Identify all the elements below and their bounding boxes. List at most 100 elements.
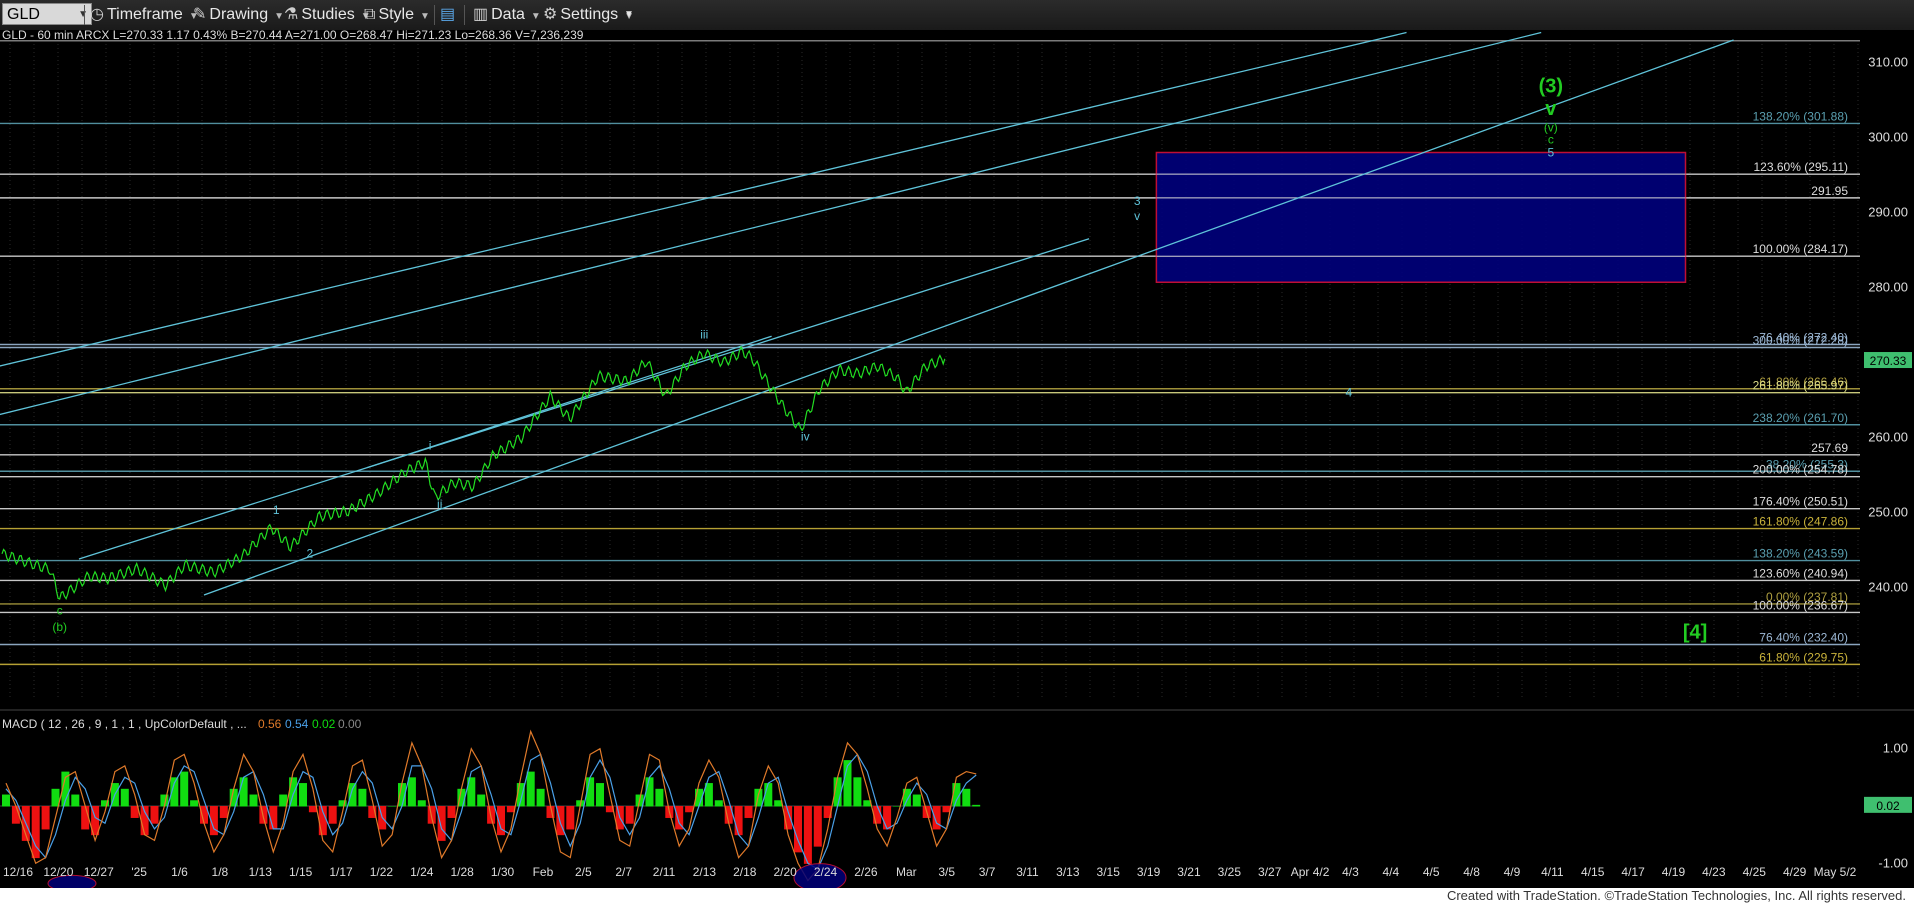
time-tick: 4/15 <box>1581 865 1605 879</box>
wave-label: 5 <box>1547 145 1554 159</box>
wave-label: iii <box>700 328 708 342</box>
time-tick: 3/5 <box>938 865 955 879</box>
time-tick: 3/21 <box>1177 865 1201 879</box>
macd-last-value: 0.02 <box>1876 799 1900 813</box>
wave-label: i <box>429 439 432 453</box>
time-tick: 12/16 <box>3 865 33 879</box>
macd-hist-bar <box>249 794 258 807</box>
pencil-icon: ✎ <box>193 6 207 23</box>
macd-hist-bar <box>447 806 456 818</box>
macd-hist-bar <box>596 783 604 807</box>
macd-hist-bar <box>190 800 199 807</box>
macd-hist-bar <box>437 806 446 841</box>
macd-hist-bar <box>150 806 159 824</box>
level-label: 100.00% (236.67) <box>1753 598 1848 612</box>
time-tick: 4/19 <box>1662 865 1686 879</box>
price-tick: 260.00 <box>1868 430 1908 445</box>
time-tick: 2/26 <box>854 865 878 879</box>
macd-hist-bar <box>883 806 892 830</box>
price-chart[interactable]: 138.20% (301.88) 123.60% (295.11) 291.95 10… <box>0 30 1914 906</box>
macd-hist-bar <box>932 806 941 830</box>
clock-icon: ◷ <box>90 6 104 23</box>
macd-hist-bar <box>219 806 228 818</box>
wave-label: c <box>57 604 63 618</box>
time-tick: 3/19 <box>1137 865 1161 879</box>
level-label: 138.20% (301.88) <box>1753 109 1848 123</box>
price-tick: 300.00 <box>1868 130 1908 145</box>
symbol-input[interactable]: GLD ▼ <box>2 3 92 25</box>
price-tick: 310.00 <box>1868 55 1908 70</box>
bar-chart-icon: ▥ <box>473 6 489 23</box>
time-tick: 3/25 <box>1218 865 1242 879</box>
time-tick: 1/28 <box>450 865 474 879</box>
macd-value: 0.56 <box>258 717 282 731</box>
macd-hist-bar <box>299 783 307 807</box>
time-tick: 1/30 <box>491 865 515 879</box>
macd-label: MACD ( 12 , 26 , 9 , 1 , 1 , UpColorDefa… <box>2 717 247 731</box>
macd-hist-bar <box>71 794 80 807</box>
toolbar-divider <box>84 5 85 25</box>
drawing-menu[interactable]: ✎ Drawing ▼ <box>193 4 284 26</box>
layout-icon: ▤ <box>440 6 456 23</box>
timeframe-menu[interactable]: ◷ Timeframe ▼ <box>90 4 199 26</box>
macd-hist-bar <box>279 794 288 807</box>
time-tick: 2/18 <box>733 865 757 879</box>
macd-hist-bar <box>853 777 862 807</box>
time-tick: 12/27 <box>84 865 114 879</box>
time-tick: 1/6 <box>171 865 188 879</box>
time-tick: '25 <box>131 865 147 879</box>
time-tick: Feb <box>533 865 554 879</box>
time-tick: 3/13 <box>1056 865 1080 879</box>
copyright: Created with TradeStation. ©TradeStation… <box>1446 888 1906 903</box>
wave-label: (b) <box>52 620 67 634</box>
time-tick: 3/7 <box>979 865 996 879</box>
macd-hist-bar <box>566 806 575 830</box>
style-menu[interactable]: ⧉ Style ▼ <box>364 4 430 26</box>
macd-hist-bar <box>734 806 743 836</box>
time-tick: 2/11 <box>653 865 676 879</box>
toolbar: GLD ▼ ◷Timeframe▼ ✎Drawing▼ ⚗Studies▼ ⧉S… <box>0 0 1914 31</box>
time-tick: 3/15 <box>1097 865 1121 879</box>
chevron-down-icon: ▼ <box>530 11 541 22</box>
price-tick: 250.00 <box>1868 505 1908 520</box>
wave-label: iv <box>801 430 810 444</box>
toolbar-overflow[interactable]: ▼ <box>624 4 634 26</box>
macd-hist-bar <box>31 806 40 859</box>
wave-label: 2 <box>306 547 313 561</box>
macd-hist-bar <box>962 788 971 807</box>
symbol-text: GLD <box>7 6 40 23</box>
time-tick: Mar <box>896 865 917 879</box>
macd-hist-bar <box>477 794 486 807</box>
style-label: Style <box>378 6 415 23</box>
last-price-label: 270.33 <box>1870 354 1907 368</box>
time-tick: 1/15 <box>289 865 313 879</box>
macd-hist-bar <box>536 788 545 807</box>
level-label: 161.80% (247.86) <box>1753 515 1848 529</box>
studies-label: Studies <box>301 6 355 23</box>
wave-label: 3 <box>1134 194 1141 208</box>
time-tick: 2/13 <box>693 865 717 879</box>
macd-hist-bar <box>873 806 882 824</box>
macd-hist-bar <box>239 777 248 807</box>
macd-hist-bar <box>308 806 317 813</box>
settings-menu[interactable]: ⚙ Settings ▼ <box>543 4 634 26</box>
level-label: 123.60% (295.11) <box>1753 160 1848 174</box>
macd-hist-bar <box>645 777 654 807</box>
macd-hist-bar <box>655 788 664 807</box>
layout-button[interactable]: ▤ <box>440 4 458 26</box>
target-box[interactable] <box>1155 151 1687 283</box>
time-tick: 1/24 <box>410 865 434 879</box>
level-label: 200.00% (254.78) <box>1753 463 1848 477</box>
hist-value: 0.02 <box>312 717 336 731</box>
drawing-label: Drawing <box>209 6 269 23</box>
macd-hist-bar <box>180 771 189 807</box>
level-label: 291.95 <box>1811 184 1848 198</box>
flask-icon: ⚗ <box>284 6 299 23</box>
time-tick: 1/17 <box>329 865 353 879</box>
macd-hist-bar <box>526 771 535 807</box>
toolbar-divider <box>464 5 465 25</box>
time-tick: 2/7 <box>615 865 632 879</box>
data-menu[interactable]: ▥ Data ▼ <box>473 4 541 26</box>
time-tick: 1/22 <box>370 865 394 879</box>
studies-menu[interactable]: ⚗ Studies ▼ <box>284 4 371 26</box>
